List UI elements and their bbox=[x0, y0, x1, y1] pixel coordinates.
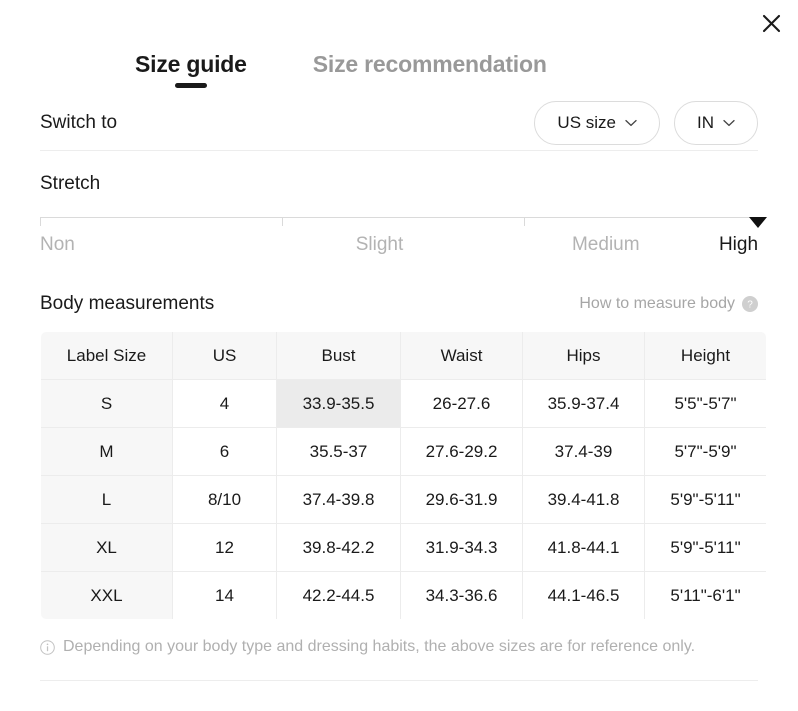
body-measurements-header: Body measurements How to measure body ? bbox=[0, 263, 798, 315]
size-guide-modal: Size guide Size recommendation Switch to… bbox=[0, 0, 798, 711]
stretch-tick-2 bbox=[524, 217, 525, 226]
disclaimer-text: Depending on your body type and dressing… bbox=[63, 638, 696, 655]
table-header-row: Label Size US Bust Waist Hips Height bbox=[41, 332, 766, 380]
size-table-head: Label Size US Bust Waist Hips Height bbox=[41, 332, 766, 380]
disclaimer-note: Depending on your body type and dressing… bbox=[0, 620, 798, 656]
tab-size-recommendation[interactable]: Size recommendation bbox=[313, 51, 547, 82]
how-to-measure-label: How to measure body bbox=[579, 295, 735, 312]
unit-dropdown[interactable]: IN bbox=[674, 101, 758, 145]
stretch-title: Stretch bbox=[40, 173, 101, 194]
stretch-label-slight: Slight bbox=[355, 234, 404, 255]
cell-hips: 37.4-39 bbox=[522, 427, 645, 476]
cell-bust: 33.9-35.5 bbox=[276, 379, 401, 428]
chevron-down-icon bbox=[625, 119, 637, 127]
table-row[interactable]: L 8/10 37.4-39.8 29.6-31.9 39.4-41.8 5'9… bbox=[41, 475, 766, 524]
column-header-waist: Waist bbox=[400, 332, 523, 380]
size-table-wrap: Label Size US Bust Waist Hips Height S 4… bbox=[0, 315, 798, 620]
cell-us: 12 bbox=[172, 523, 277, 572]
how-to-measure-link[interactable]: How to measure body ? bbox=[579, 295, 758, 313]
close-icon bbox=[762, 14, 781, 33]
cell-label-size: L bbox=[41, 475, 173, 524]
size-system-dropdown[interactable]: US size bbox=[534, 101, 660, 145]
unit-dropdown-group: US size IN bbox=[534, 101, 758, 145]
stretch-slider[interactable]: Non Slight Medium High bbox=[40, 217, 767, 263]
stretch-label-non: Non bbox=[40, 234, 75, 255]
cell-height: 5'11"-6'1" bbox=[644, 571, 766, 619]
body-measurements-title: Body measurements bbox=[40, 293, 215, 314]
cell-waist: 34.3-36.6 bbox=[400, 571, 523, 619]
tab-bar: Size guide Size recommendation bbox=[0, 0, 798, 88]
column-header-hips: Hips bbox=[522, 332, 645, 380]
stretch-slider-track bbox=[40, 217, 758, 218]
cell-bust: 37.4-39.8 bbox=[276, 475, 401, 524]
cell-bust: 39.8-42.2 bbox=[276, 523, 401, 572]
table-row[interactable]: XXL 14 42.2-44.5 34.3-36.6 44.1-46.5 5'1… bbox=[41, 571, 766, 619]
stretch-section: Stretch Non Slight Medium High bbox=[0, 151, 798, 263]
unit-value: IN bbox=[697, 113, 714, 132]
table-row[interactable]: S 4 33.9-35.5 26-27.6 35.9-37.4 5'5"-5'7… bbox=[41, 379, 766, 428]
column-header-us: US bbox=[172, 332, 277, 380]
cell-height: 5'5"-5'7" bbox=[644, 379, 766, 428]
cell-hips: 39.4-41.8 bbox=[522, 475, 645, 524]
stretch-label-high: High bbox=[718, 234, 759, 255]
close-button[interactable] bbox=[756, 8, 786, 38]
column-header-height: Height bbox=[644, 332, 766, 380]
cell-height: 5'9"-5'11" bbox=[644, 523, 766, 572]
cell-us: 14 bbox=[172, 571, 277, 619]
cell-hips: 41.8-44.1 bbox=[522, 523, 645, 572]
stretch-tick-0 bbox=[40, 217, 41, 226]
switch-to-label: Switch to bbox=[40, 112, 118, 133]
cell-us: 6 bbox=[172, 427, 277, 476]
stretch-label-medium: Medium bbox=[571, 234, 640, 255]
table-row[interactable]: M 6 35.5-37 27.6-29.2 37.4-39 5'7"-5'9" bbox=[41, 427, 766, 476]
stretch-marker-icon bbox=[749, 217, 767, 228]
cell-waist: 26-27.6 bbox=[400, 379, 523, 428]
table-row[interactable]: XL 12 39.8-42.2 31.9-34.3 41.8-44.1 5'9"… bbox=[41, 523, 766, 572]
tab-size-guide[interactable]: Size guide bbox=[135, 51, 247, 88]
switch-units-row: Switch to US size IN bbox=[0, 96, 798, 150]
cell-label-size: S bbox=[41, 379, 173, 428]
footer-divider bbox=[40, 680, 758, 681]
info-circle-icon bbox=[40, 639, 55, 655]
cell-us: 4 bbox=[172, 379, 277, 428]
size-table: Label Size US Bust Waist Hips Height S 4… bbox=[40, 331, 767, 620]
cell-label-size: M bbox=[41, 427, 173, 476]
column-header-bust: Bust bbox=[276, 332, 401, 380]
cell-bust: 42.2-44.5 bbox=[276, 571, 401, 619]
chevron-down-icon bbox=[723, 119, 735, 127]
cell-height: 5'7"-5'9" bbox=[644, 427, 766, 476]
stretch-tick-1 bbox=[282, 217, 283, 226]
cell-us: 8/10 bbox=[172, 475, 277, 524]
tab-active-underline bbox=[174, 83, 207, 88]
cell-waist: 27.6-29.2 bbox=[400, 427, 523, 476]
cell-bust: 35.5-37 bbox=[276, 427, 401, 476]
cell-waist: 29.6-31.9 bbox=[400, 475, 523, 524]
cell-hips: 35.9-37.4 bbox=[522, 379, 645, 428]
tab-size-recommendation-label: Size recommendation bbox=[312, 51, 547, 77]
stretch-labels: Non Slight Medium High bbox=[40, 234, 758, 256]
cell-height: 5'9"-5'11" bbox=[644, 475, 766, 524]
cell-label-size: XL bbox=[41, 523, 173, 572]
cell-hips: 44.1-46.5 bbox=[522, 571, 645, 619]
column-header-label-size: Label Size bbox=[41, 332, 173, 380]
svg-text:?: ? bbox=[747, 300, 753, 311]
cell-waist: 31.9-34.3 bbox=[400, 523, 523, 572]
size-system-value: US size bbox=[557, 113, 616, 132]
tab-size-guide-label: Size guide bbox=[135, 51, 247, 77]
size-table-body: S 4 33.9-35.5 26-27.6 35.9-37.4 5'5"-5'7… bbox=[41, 379, 766, 619]
cell-label-size: XXL bbox=[41, 571, 173, 619]
help-circle-icon: ? bbox=[742, 296, 758, 312]
